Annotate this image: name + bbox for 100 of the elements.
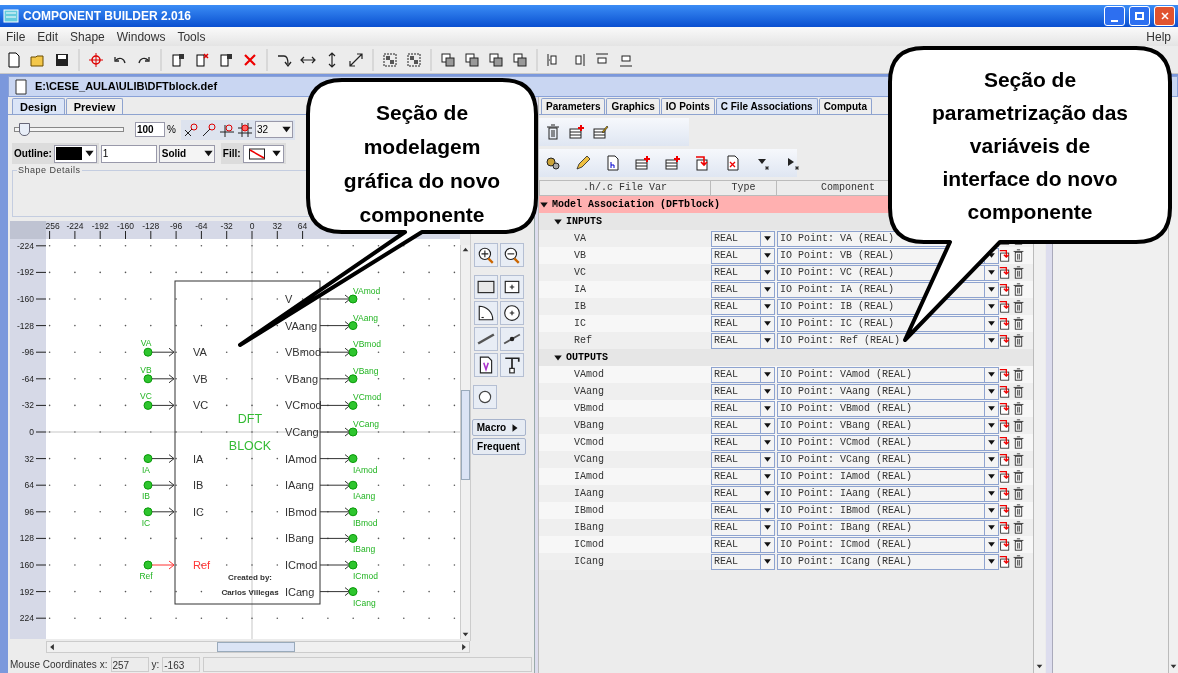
- type-dropdown[interactable]: REAL: [711, 434, 775, 451]
- pin-label: Ref: [139, 571, 153, 581]
- table-row[interactable]: IAmod REAL IO Point: IAmod (REAL): [539, 468, 1033, 485]
- zoom-field[interactable]: 100: [135, 122, 165, 137]
- table-cell-text: IAang: [573, 487, 605, 501]
- component-dropdown[interactable]: IO Point: ICang (REAL): [777, 553, 999, 570]
- pin-label: VCmod: [353, 392, 382, 403]
- component-dropdown[interactable]: IO Point: VCang (REAL): [777, 451, 999, 468]
- tab[interactable]: Preview: [65, 98, 124, 114]
- tab[interactable]: Graphics: [606, 98, 660, 114]
- type-dropdown[interactable]: REAL: [711, 281, 775, 298]
- table-row[interactable]: VCmod REAL IO Point: VCmod (REAL): [539, 434, 1033, 451]
- menu-item[interactable]: File: [0, 27, 32, 46]
- tree-row[interactable]: OUTPUTS: [539, 349, 1033, 366]
- type-dropdown[interactable]: REAL: [711, 451, 775, 468]
- pin-name: VB: [193, 372, 208, 385]
- table-cell-text: IBang: [573, 521, 605, 535]
- fill-label: Fill:: [222, 147, 241, 161]
- component-dropdown[interactable]: IO Point: VAmod (REAL): [777, 366, 999, 383]
- ruler-label: -192: [17, 267, 34, 278]
- menu-item[interactable]: Help: [1139, 27, 1178, 46]
- menu-item[interactable]: Tools: [171, 27, 212, 46]
- tab[interactable]: IO Points: [660, 98, 715, 114]
- menu-item[interactable]: Windows: [110, 27, 172, 46]
- component-dropdown[interactable]: IO Point: VBmod (REAL): [777, 400, 999, 417]
- ruler-label: -64: [21, 373, 34, 384]
- ruler-label: -96: [21, 347, 34, 358]
- type-dropdown[interactable]: REAL: [711, 247, 775, 264]
- component-dropdown[interactable]: IO Point: IBang (REAL): [777, 519, 999, 536]
- palette-button[interactable]: Frequent: [471, 438, 526, 455]
- x-coordinate-field: 257: [110, 657, 149, 672]
- tab[interactable]: Parameters: [541, 98, 606, 114]
- percent-label: %: [167, 123, 176, 137]
- tab[interactable]: C File Associations: [715, 98, 818, 114]
- type-dropdown[interactable]: REAL: [711, 366, 775, 383]
- palette-button[interactable]: Macro: [471, 419, 526, 436]
- component-dropdown[interactable]: IO Point: IAang (REAL): [777, 485, 999, 502]
- table-row[interactable]: IBmod REAL IO Point: IBmod (REAL): [539, 502, 1033, 519]
- document-path: E:\CESE_AULA\ULIB\DFTblock.def: [35, 79, 218, 95]
- type-dropdown[interactable]: REAL: [711, 536, 775, 553]
- table-cell-text: VB: [573, 249, 587, 263]
- component-dropdown[interactable]: IO Point: VAang (REAL): [777, 383, 999, 400]
- pin-label: VAmod: [353, 286, 381, 296]
- component-dropdown[interactable]: IO Point: IC (REAL): [777, 315, 999, 332]
- type-dropdown[interactable]: REAL: [711, 400, 775, 417]
- type-dropdown[interactable]: REAL: [711, 553, 775, 570]
- component-dropdown[interactable]: IO Point: IB (REAL): [777, 298, 999, 315]
- coordinate-label: y:: [151, 658, 160, 672]
- tab[interactable]: Design: [12, 98, 65, 114]
- menu-item[interactable]: Shape: [64, 27, 111, 46]
- pin-label: IAmod: [353, 464, 378, 475]
- ruler-label: 64: [24, 480, 34, 491]
- column-header[interactable]: .h/.c File Var: [539, 180, 711, 196]
- table-row[interactable]: ICmod REAL IO Point: ICmod (REAL): [539, 536, 1033, 553]
- type-dropdown[interactable]: REAL: [711, 502, 775, 519]
- table-row[interactable]: IA REAL IO Point: IA (REAL): [539, 281, 1033, 298]
- type-dropdown[interactable]: REAL: [711, 485, 775, 502]
- pin-name: IB: [193, 479, 204, 492]
- table-row[interactable]: VBmod REAL IO Point: VBmod (REAL): [539, 400, 1033, 417]
- ruler-label: 128: [19, 533, 34, 544]
- component-title: BLOCK: [228, 439, 272, 453]
- window-title: COMPONENT BUILDER 2.016: [23, 8, 192, 25]
- pin-label: IA: [142, 464, 150, 475]
- outline-width-field[interactable]: 1: [100, 144, 157, 163]
- table-cell-text: ICmod: [573, 538, 605, 552]
- credit-text: Created by:: [228, 573, 272, 582]
- type-dropdown[interactable]: REAL: [711, 468, 775, 485]
- tree-label: INPUTS: [566, 215, 602, 229]
- type-dropdown[interactable]: REAL: [711, 264, 775, 281]
- line-style-dropdown[interactable]: Solid: [158, 144, 215, 163]
- component-dropdown[interactable]: IO Point: Ref (REAL): [777, 332, 999, 349]
- grid-size-dropdown[interactable]: 32: [254, 121, 293, 138]
- y-coordinate-field: -163: [162, 657, 201, 672]
- table-cell-text: IA: [573, 283, 587, 297]
- pin-label: IAang: [353, 491, 376, 502]
- ruler-label: -160: [17, 294, 34, 304]
- table-row[interactable]: IC REAL IO Point: IC (REAL): [539, 315, 1033, 332]
- ruler-label: 192: [19, 586, 34, 597]
- component-dropdown[interactable]: IO Point: VCmod (REAL): [777, 434, 999, 451]
- table-cell-text: IB: [573, 300, 587, 314]
- type-dropdown[interactable]: REAL: [711, 417, 775, 434]
- table-row[interactable]: VB REAL IO Point: VB (REAL): [539, 247, 1033, 264]
- component-dropdown[interactable]: IO Point: IBmod (REAL): [777, 502, 999, 519]
- type-dropdown[interactable]: REAL: [711, 332, 775, 349]
- type-dropdown[interactable]: REAL: [711, 230, 775, 247]
- component-dropdown[interactable]: IO Point: VBang (REAL): [777, 417, 999, 434]
- table-row[interactable]: VAmod REAL IO Point: VAmod (REAL): [539, 366, 1033, 383]
- component-dropdown[interactable]: IO Point: ICmod (REAL): [777, 536, 999, 553]
- menu-item[interactable]: Edit: [31, 27, 65, 46]
- type-dropdown[interactable]: REAL: [711, 383, 775, 400]
- component-dropdown[interactable]: IO Point: IAmod (REAL): [777, 468, 999, 485]
- type-dropdown[interactable]: REAL: [711, 298, 775, 315]
- ruler-label: -64: [195, 221, 208, 231]
- pin-name: IC: [193, 505, 204, 518]
- tab[interactable]: Computa: [818, 98, 872, 114]
- type-dropdown[interactable]: REAL: [711, 519, 775, 536]
- table-cell-text: VAang: [573, 385, 605, 399]
- ruler-label: -128: [142, 221, 160, 231]
- type-dropdown[interactable]: REAL: [711, 315, 775, 332]
- pin-name: VA: [193, 346, 207, 359]
